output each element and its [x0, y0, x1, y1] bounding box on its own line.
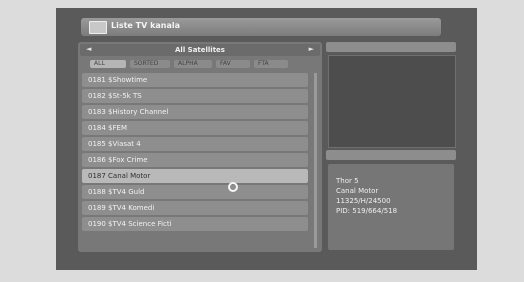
window-title: Liste TV kanala: [111, 21, 181, 30]
channel-row[interactable]: 0189 $TV4 Komedi: [82, 201, 308, 215]
sort-tabs: ALL SORTED ALPHA FAV FTA: [80, 59, 320, 69]
channel-row[interactable]: 0184 $FEM: [82, 121, 308, 135]
channel-row[interactable]: 0188 $TV4 Guld: [82, 185, 308, 199]
arrow-right-icon[interactable]: ►: [309, 45, 314, 53]
channel-row[interactable]: 0186 $Fox Crime: [82, 153, 308, 167]
tab-label: ALL: [94, 60, 105, 67]
list-scrollbar[interactable]: [314, 73, 317, 248]
channel-label: 0181 $Showtime: [88, 76, 148, 84]
channel-row[interactable]: 0181 $Showtime: [82, 73, 308, 87]
tab-label: FAV: [220, 60, 231, 67]
tv-icon: [89, 21, 107, 34]
info-frequency: 11325/H/24500: [336, 197, 391, 205]
info-pid: PID: 519/664/518: [336, 207, 398, 215]
channel-list: 0181 $Showtime 0182 $St-5k TS 0183 $Hist…: [82, 73, 308, 233]
info-header: [326, 150, 456, 160]
channel-label: 0188 $TV4 Guld: [88, 188, 145, 196]
tab-sorted[interactable]: SORTED: [130, 60, 170, 68]
tab-all[interactable]: ALL: [90, 60, 126, 68]
tab-fta[interactable]: FTA: [254, 60, 288, 68]
tab-alpha[interactable]: ALPHA: [174, 60, 212, 68]
channel-label: 0189 $TV4 Komedi: [88, 204, 155, 212]
channel-label: 0183 $History Channel: [88, 108, 169, 116]
tab-label: SORTED: [134, 60, 159, 67]
channel-label: 0190 $TV4 Science Ficti: [88, 220, 172, 228]
channel-info: Thor 5 Canal Motor 11325/H/24500 PID: 51…: [328, 164, 454, 250]
info-satellite: Thor 5: [336, 177, 359, 185]
title-bar: Liste TV kanala: [81, 18, 441, 36]
channel-row[interactable]: 0185 $Viasat 4: [82, 137, 308, 151]
cursor-icon: [228, 182, 238, 192]
satellite-selector[interactable]: ◄ All Satellites ►: [80, 44, 320, 56]
channel-row[interactable]: 0183 $History Channel: [82, 105, 308, 119]
tv-screen: Liste TV kanala ◄ All Satellites ► ALL S…: [56, 8, 477, 270]
tab-fav[interactable]: FAV: [216, 60, 250, 68]
channel-row[interactable]: 0190 $TV4 Science Ficti: [82, 217, 308, 231]
satellite-label: All Satellites: [175, 46, 225, 54]
right-panel: Thor 5 Canal Motor 11325/H/24500 PID: 51…: [326, 42, 456, 252]
channel-label: 0186 $Fox Crime: [88, 156, 148, 164]
channel-label: 0184 $FEM: [88, 124, 127, 132]
tab-label: ALPHA: [178, 60, 198, 67]
channel-row-selected[interactable]: 0187 Canal Motor: [82, 169, 308, 183]
preview-header: [326, 42, 456, 52]
tab-label: FTA: [258, 60, 269, 67]
channel-label: 0187 Canal Motor: [88, 172, 151, 180]
channel-row[interactable]: 0182 $St-5k TS: [82, 89, 308, 103]
channel-label: 0185 $Viasat 4: [88, 140, 141, 148]
channel-label: 0182 $St-5k TS: [88, 92, 142, 100]
channel-list-panel: ◄ All Satellites ► ALL SORTED ALPHA FAV …: [78, 42, 322, 252]
info-channel: Canal Motor: [336, 187, 379, 195]
preview-window: [328, 55, 456, 148]
